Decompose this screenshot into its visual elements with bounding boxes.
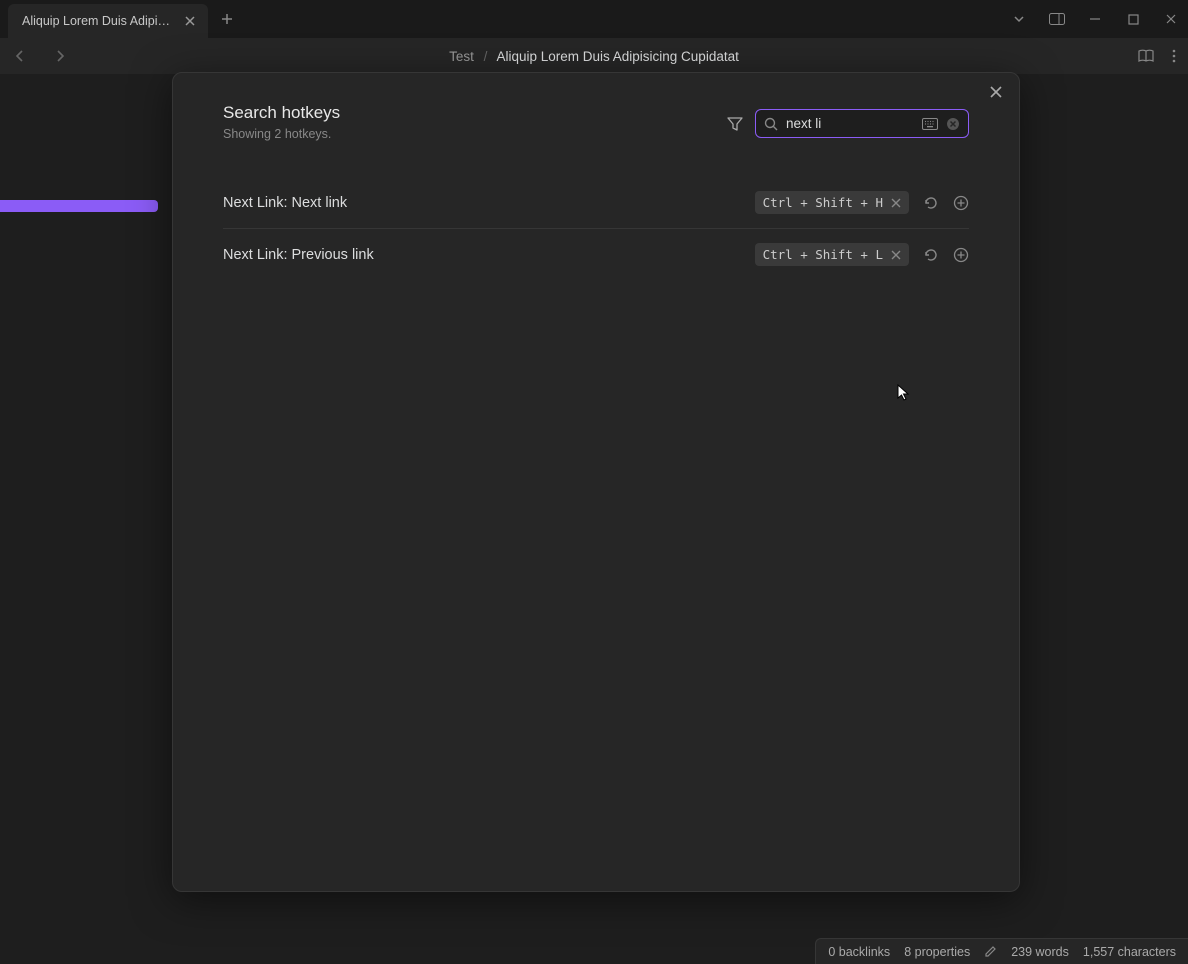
modal-header: Search hotkeys Showing 2 hotkeys. [173, 73, 1019, 141]
reset-hotkey-icon[interactable] [923, 247, 939, 263]
modal-close-icon[interactable] [989, 85, 1003, 99]
more-icon[interactable] [1172, 49, 1176, 63]
hotkey-row: Next Link: Previous link Ctrl + Shift + … [223, 229, 969, 280]
sidebar-item[interactable]: ce [0, 172, 170, 200]
add-hotkey-icon[interactable] [953, 195, 969, 211]
sidebar-item[interactable]: ity plugins [0, 268, 170, 296]
tab-title: Aliquip Lorem Duis Adipisi... [22, 14, 174, 28]
add-hotkey-icon[interactable] [953, 247, 969, 263]
hotkeys-modal: Search hotkeys Showing 2 hotkeys. [172, 72, 1020, 892]
sidebar-heading: y plugins [0, 630, 170, 656]
sidebar-item[interactable]: d palette [0, 406, 170, 434]
minimize-icon[interactable] [1086, 13, 1104, 25]
window-controls [1010, 0, 1180, 38]
status-properties[interactable]: 8 properties [904, 945, 970, 959]
close-window-icon[interactable] [1162, 13, 1180, 25]
hotkey-label: Next Link: Previous link [223, 247, 374, 263]
sidebar-item[interactable]: es [0, 434, 170, 462]
reset-hotkey-icon[interactable] [923, 195, 939, 211]
forward-icon[interactable] [52, 48, 68, 64]
sidebar-heading: s [0, 324, 170, 350]
sidebar-item[interactable]: ery [0, 462, 170, 490]
chevron-down-icon[interactable] [1010, 13, 1028, 25]
titlebar: Aliquip Lorem Duis Adipisi... [0, 0, 1188, 38]
reading-mode-icon[interactable] [1138, 49, 1154, 63]
hotkey-keys: Ctrl + Shift + H [763, 195, 883, 210]
search-box[interactable] [755, 109, 969, 138]
close-icon[interactable] [182, 13, 198, 29]
remove-hotkey-icon[interactable] [891, 250, 901, 260]
clear-icon[interactable] [946, 117, 960, 131]
sidebar-item[interactable]: s [0, 574, 170, 602]
modal-title: Search hotkeys [223, 103, 340, 123]
breadcrumb[interactable]: Test / Aliquip Lorem Duis Adipisicing Cu… [449, 49, 739, 64]
hotkey-pill[interactable]: Ctrl + Shift + L [755, 243, 909, 266]
sidebar-item[interactable]: gins [0, 240, 170, 268]
keyboard-icon[interactable] [922, 118, 938, 130]
tab[interactable]: Aliquip Lorem Duis Adipisi... [8, 4, 208, 38]
sidebar-item[interactable]: nposer [0, 490, 170, 518]
maximize-icon[interactable] [1124, 14, 1142, 25]
sidebar-item[interactable]: nks [0, 144, 170, 172]
sidebar-item[interactable]: view [0, 518, 170, 546]
status-words[interactable]: 239 words [1011, 945, 1069, 959]
modal-subtitle: Showing 2 hotkeys. [223, 127, 340, 141]
breadcrumb-parent[interactable]: Test [449, 49, 474, 64]
search-input[interactable] [786, 116, 914, 131]
sidebar-item[interactable]: tcher [0, 546, 170, 574]
hotkey-pill[interactable]: Ctrl + Shift + H [755, 191, 909, 214]
sidebar-item-hotkeys[interactable] [0, 200, 158, 212]
statusbar: 0 backlinks 8 properties 239 words 1,557… [815, 938, 1188, 964]
filter-icon[interactable] [727, 116, 743, 132]
sidebar-item[interactable]: 42 - BRAT [0, 712, 170, 740]
hotkey-keys: Ctrl + Shift + L [763, 247, 883, 262]
hotkey-row: Next Link: Next link Ctrl + Shift + H [223, 177, 969, 229]
hotkey-list: Next Link: Next link Ctrl + Shift + H Ne… [173, 141, 1019, 280]
remove-hotkey-icon[interactable] [891, 198, 901, 208]
navbar: Test / Aliquip Lorem Duis Adipisicing Cu… [0, 38, 1188, 74]
status-characters[interactable]: 1,557 characters [1083, 945, 1176, 959]
search-icon [764, 117, 778, 131]
sidebar-toggle-icon[interactable] [1048, 13, 1066, 25]
edit-icon[interactable] [984, 945, 997, 958]
status-backlinks[interactable]: 0 backlinks [828, 945, 890, 959]
hotkey-label: Next Link: Next link [223, 195, 347, 211]
new-tab-button[interactable] [220, 12, 234, 26]
nav-right [1138, 49, 1176, 63]
breadcrumb-current[interactable]: Aliquip Lorem Duis Adipisicing Cupidatat [496, 49, 738, 64]
breadcrumb-separator: / [484, 49, 488, 64]
settings-sidebar: nks ce gins ity plugins s d palette es e… [0, 74, 170, 936]
back-icon[interactable] [12, 48, 28, 64]
